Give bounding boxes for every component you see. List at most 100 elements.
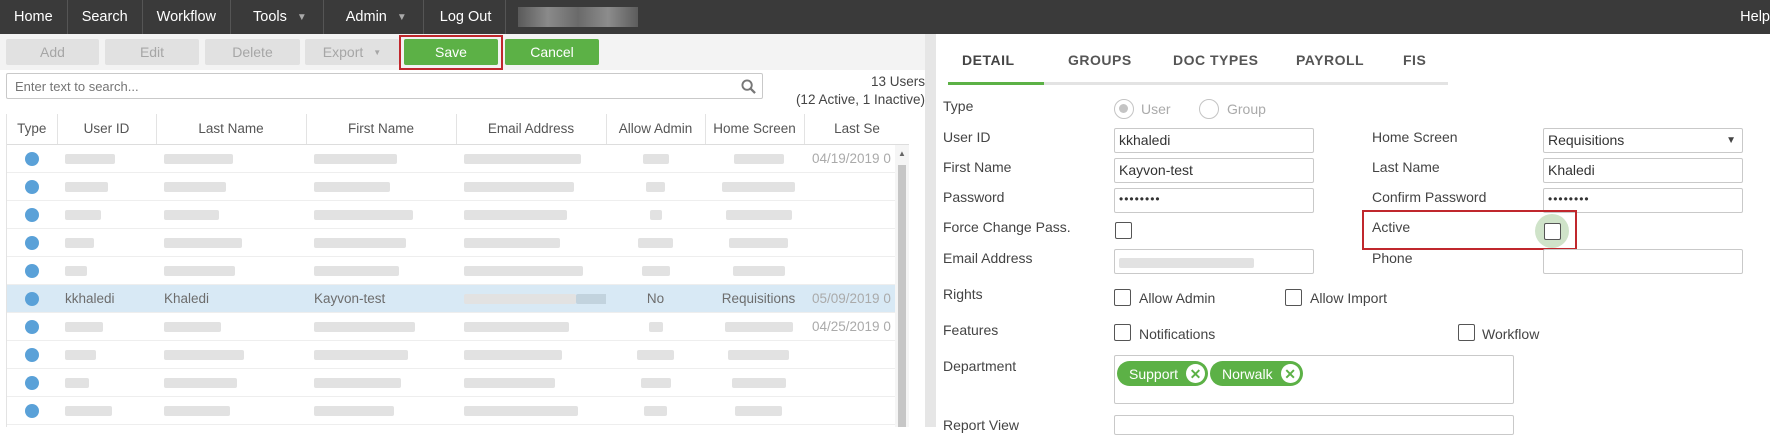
- password-field[interactable]: ••••••••: [1114, 188, 1314, 213]
- remove-icon[interactable]: ✕: [1280, 364, 1300, 383]
- export-button-label: Export: [322, 44, 364, 60]
- col-header-first-name[interactable]: First Name: [306, 114, 457, 145]
- table-row[interactable]: [7, 256, 909, 285]
- allow-admin-checkbox[interactable]: [1114, 289, 1131, 306]
- home-screen-value: Requisitions: [1548, 132, 1625, 148]
- table-row[interactable]: [7, 200, 909, 229]
- cancel-button[interactable]: Cancel: [505, 39, 599, 65]
- redacted-cell: [729, 237, 788, 248]
- redacted-cell: [164, 349, 244, 360]
- redacted-cell: [65, 349, 96, 360]
- cell-home-screen: [705, 172, 804, 201]
- cell-user-id: [57, 256, 156, 285]
- redacted-cell: [314, 321, 415, 332]
- redacted-cell: [314, 153, 397, 164]
- notifications-label: Notifications: [1139, 326, 1216, 342]
- grid-scrollbar[interactable]: ▲: [895, 145, 909, 427]
- cell-home-screen: [705, 144, 804, 173]
- force-change-checkbox[interactable]: [1115, 222, 1132, 239]
- cell-email: [456, 368, 606, 397]
- force-change-label: Force Change Pass.: [943, 219, 1071, 235]
- col-header-last-seen[interactable]: Last Se: [804, 114, 909, 145]
- tab-groups[interactable]: GROUPS: [1068, 52, 1132, 82]
- department-label: Department: [943, 358, 1017, 374]
- search-input[interactable]: [7, 74, 762, 98]
- features-label: Features: [943, 322, 999, 338]
- col-header-user-id[interactable]: User ID: [57, 114, 157, 145]
- tab-payroll[interactable]: PAYROLL: [1296, 52, 1364, 82]
- phone-field[interactable]: [1543, 249, 1743, 274]
- tab-doc-types[interactable]: DOC TYPES: [1173, 52, 1258, 82]
- redacted-cell: [642, 153, 669, 164]
- pane-divider[interactable]: [925, 34, 936, 427]
- cell-allow-admin: [606, 340, 705, 369]
- nav-logout[interactable]: Log Out: [424, 0, 507, 34]
- type-user-radio[interactable]: [1114, 99, 1134, 119]
- cell-last-seen: [804, 396, 909, 425]
- table-row[interactable]: 04/19/2019 0: [7, 144, 909, 173]
- nav-search[interactable]: Search: [68, 0, 143, 34]
- redacted-cell: [65, 153, 115, 164]
- department-field[interactable]: Support ✕ Norwalk ✕: [1114, 355, 1514, 404]
- cell-type: [7, 256, 57, 285]
- report-view-field[interactable]: [1114, 415, 1514, 435]
- table-row[interactable]: kkhaledi Khaledi Kayvon-test No Requisitions…: [7, 284, 909, 313]
- last-name-field[interactable]: Khaledi: [1543, 158, 1743, 183]
- email-field[interactable]: [1114, 249, 1314, 274]
- notifications-checkbox[interactable]: [1114, 324, 1131, 341]
- type-user-label: User: [1141, 101, 1171, 117]
- workflow-checkbox[interactable]: [1458, 324, 1475, 341]
- add-button-label: Add: [40, 44, 65, 60]
- scroll-up-icon[interactable]: ▲: [898, 149, 906, 158]
- nav-admin[interactable]: Admin ▼: [324, 0, 424, 34]
- search-icon[interactable]: [741, 79, 756, 94]
- type-group-label: Group: [1227, 101, 1266, 117]
- nav-help[interactable]: Help: [1740, 0, 1770, 34]
- users-grid: Type User ID Last Name First Name Email …: [6, 114, 909, 427]
- redacted-cell: [464, 377, 555, 388]
- first-name-field[interactable]: Kayvon-test: [1114, 158, 1314, 183]
- nav-home[interactable]: Home: [0, 0, 68, 34]
- nav-workflow[interactable]: Workflow: [143, 0, 231, 34]
- tab-fis[interactable]: FIS: [1403, 52, 1426, 82]
- allow-import-checkbox[interactable]: [1285, 289, 1302, 306]
- table-row[interactable]: 04/25/2019 0: [7, 312, 909, 341]
- cell-user-id: kkhaledi: [57, 284, 156, 313]
- cell-email: [456, 228, 606, 257]
- redacted-cell: [464, 349, 562, 360]
- redacted-cell: [464, 293, 576, 304]
- col-header-type[interactable]: Type: [7, 114, 58, 145]
- cell-type: [7, 396, 57, 425]
- add-button[interactable]: Add: [6, 39, 99, 65]
- redacted-cell: [164, 265, 235, 276]
- home-screen-select[interactable]: Requisitions ▼: [1543, 128, 1743, 153]
- cell-email: [456, 172, 606, 201]
- redacted-cell: [464, 265, 583, 276]
- delete-button[interactable]: Delete: [205, 39, 300, 65]
- col-header-home-screen[interactable]: Home Screen: [705, 114, 805, 145]
- col-header-email[interactable]: Email Address: [456, 114, 607, 145]
- nav-tools[interactable]: Tools ▼: [231, 0, 324, 34]
- col-header-last-name[interactable]: Last Name: [156, 114, 307, 145]
- tab-detail[interactable]: DETAIL: [962, 52, 1015, 82]
- table-row[interactable]: [7, 368, 909, 397]
- phone-label: Phone: [1372, 250, 1413, 266]
- table-row[interactable]: [7, 172, 909, 201]
- active-highlight-box: [1362, 210, 1577, 250]
- redacted-cell: [164, 237, 242, 248]
- group-icon: [25, 207, 39, 222]
- table-row[interactable]: [7, 340, 909, 369]
- edit-button[interactable]: Edit: [105, 39, 199, 65]
- user-id-field[interactable]: kkhaledi: [1114, 128, 1314, 153]
- table-row[interactable]: [7, 228, 909, 257]
- table-row[interactable]: [7, 396, 909, 425]
- remove-icon[interactable]: ✕: [1186, 364, 1206, 383]
- export-button[interactable]: Export ▼: [305, 39, 399, 65]
- cell-last-seen-text: 04/19/2019 0: [812, 150, 891, 166]
- scrollbar-thumb[interactable]: [898, 165, 906, 427]
- cell-type: [7, 172, 57, 201]
- cell-last-name-text: Khaledi: [164, 290, 210, 306]
- col-header-allow-admin[interactable]: Allow Admin: [606, 114, 706, 145]
- type-group-radio[interactable]: [1199, 99, 1219, 119]
- redacted-cell: [464, 153, 581, 164]
